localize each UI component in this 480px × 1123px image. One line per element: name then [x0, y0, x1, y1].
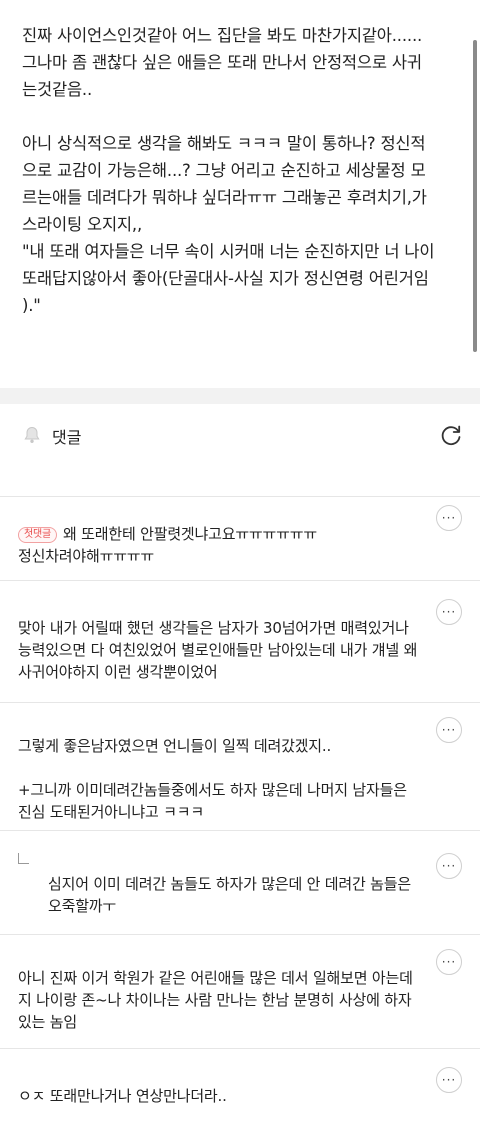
comment-line: 그렇게 좋은남자였으면 언니들이 일찍 데려갔겠지.. — [18, 737, 332, 755]
comment-text: 그렇게 좋은남자였으면 언니들이 일찍 데려갔겠지.. +그니까 이미데려간놈들… — [18, 735, 428, 823]
comment-line: +그니까 이미데려간놈들중에서도 하자 많은데 나머지 남자들은 — [18, 781, 407, 799]
comment-line: 심지어 이미 데려간 놈들도 하자가 많은데 안 데려간 놈들은 — [48, 875, 411, 893]
bell-icon[interactable] — [22, 425, 42, 445]
comments-header: 댓글 — [0, 404, 480, 464]
comment-line: 능력있으면 다 여친있었어 별로인애들만 남아있는데 내가 걔넬 왜 — [18, 641, 418, 659]
article-line: 스라이팅 오지지,, — [22, 215, 142, 234]
article-body: 진짜 사이언스인것같아 어느 집단을 봐도 마찬가지같아...... 그나마 좀… — [0, 0, 480, 388]
comment-line: 지 나이랑 존~나 차이나는 사람 만나는 한남 분명히 사상에 하자 — [18, 991, 412, 1009]
more-options-icon[interactable]: ··· — [436, 505, 462, 531]
article-line: )." — [22, 296, 41, 315]
comment-text: 첫댓글 왜 또래한테 안팔렷겟냐고요ㅠㅠㅠㅠㅠㅠ 정신차려야해ㅠㅠㅠㅠ — [18, 523, 428, 567]
more-options-icon[interactable]: ··· — [436, 949, 462, 975]
more-options-icon[interactable]: ··· — [436, 717, 462, 743]
article-line: 진짜 사이언스인것같아 어느 집단을 봐도 마찬가지같아...... — [22, 26, 423, 45]
comment-line: 있는 놈임 — [18, 1013, 77, 1031]
comment-line: 왜 또래한테 안팔렷겟냐고요ㅠㅠㅠㅠㅠㅠ — [63, 525, 317, 543]
comment-line: 진심 도태된거아니냐고 ㅋㅋㅋ — [18, 803, 204, 821]
page: 진짜 사이언스인것같아 어느 집단을 봐도 마찬가지같아...... 그나마 좀… — [0, 0, 480, 1123]
scrollbar-thumb[interactable] — [473, 40, 477, 352]
section-divider — [0, 388, 480, 404]
comment-item: 그렇게 좋은남자였으면 언니들이 일찍 데려갔겠지.. +그니까 이미데려간놈들… — [0, 702, 480, 831]
comment-text: ㅇㅈ 또래만나거나 연상만나더라.. — [18, 1085, 428, 1107]
article-line: 또래답지않아서 좋아(단골대사-사실 지가 정신연령 어린거임 — [22, 269, 429, 288]
refresh-icon[interactable] — [438, 422, 464, 448]
article-line: 는것같음.. — [22, 80, 93, 99]
article-line: 으로 교감이 가능은해...? 그냥 어리고 순진하고 세상물정 모 — [22, 161, 426, 180]
first-comment-badge: 첫댓글 — [18, 527, 57, 543]
comment-text: 맞아 내가 어릴때 했던 생각들은 남자가 30넘어가면 매력있거나 능력있으면… — [18, 617, 428, 683]
comment-line: 사귀어야하지 이런 생각뿐이었어 — [18, 663, 218, 681]
comment-line: 정신차려야해ㅠㅠㅠㅠ — [18, 547, 155, 565]
comment-line: 오죽할까ㅜ — [48, 897, 117, 915]
more-options-icon[interactable]: ··· — [436, 853, 462, 879]
article-line: 그나마 좀 괜찮다 싶은 애들은 또래 만나서 안정적으로 사귀 — [22, 53, 422, 72]
article-line: 아니 상식적으로 생각을 해봐도 ㅋㅋㅋ 말이 통하나? 정신적 — [22, 134, 426, 153]
comment-item: 맞아 내가 어릴때 했던 생각들은 남자가 30넘어가면 매력있거나 능력있으면… — [0, 580, 480, 703]
reply-item: 심지어 이미 데려간 놈들도 하자가 많은데 안 데려간 놈들은 오죽할까ㅜ ·… — [0, 830, 480, 935]
comment-item: ㅇㅈ 또래만나거나 연상만나더라.. ··· — [0, 1048, 480, 1123]
comment-line: 맞아 내가 어릴때 했던 생각들은 남자가 30넘어가면 매력있거나 — [18, 619, 409, 637]
comment-item: 아니 진짜 이거 학원가 같은 어린애들 많은 데서 일해보면 아는데 지 나이… — [0, 934, 480, 1049]
article-text: 진짜 사이언스인것같아 어느 집단을 봐도 마찬가지같아...... 그나마 좀… — [22, 22, 462, 319]
article-line: 르는애들 데려다가 뭐하냐 싶더라ㅠㅠ 그래놓곤 후려치기,가 — [22, 188, 427, 207]
more-options-icon[interactable]: ··· — [436, 1067, 462, 1093]
comment-text: 심지어 이미 데려간 놈들도 하자가 많은데 안 데려간 놈들은 오죽할까ㅜ — [48, 873, 458, 917]
reply-arrow-icon — [18, 853, 29, 864]
comment-item: 첫댓글 왜 또래한테 안팔렷겟냐고요ㅠㅠㅠㅠㅠㅠ 정신차려야해ㅠㅠㅠㅠ ··· — [0, 496, 480, 581]
more-options-icon[interactable]: ··· — [436, 599, 462, 625]
comment-line: ㅇㅈ 또래만나거나 연상만나더라.. — [18, 1087, 227, 1105]
comment-line: 아니 진짜 이거 학원가 같은 어린애들 많은 데서 일해보면 아는데 — [18, 969, 413, 987]
comments-title: 댓글 — [52, 428, 82, 447]
article-line: "내 또래 여자들은 너무 속이 시커매 너는 순진하지만 너 나이 — [22, 242, 435, 261]
comment-text: 아니 진짜 이거 학원가 같은 어린애들 많은 데서 일해보면 아는데 지 나이… — [18, 967, 428, 1033]
